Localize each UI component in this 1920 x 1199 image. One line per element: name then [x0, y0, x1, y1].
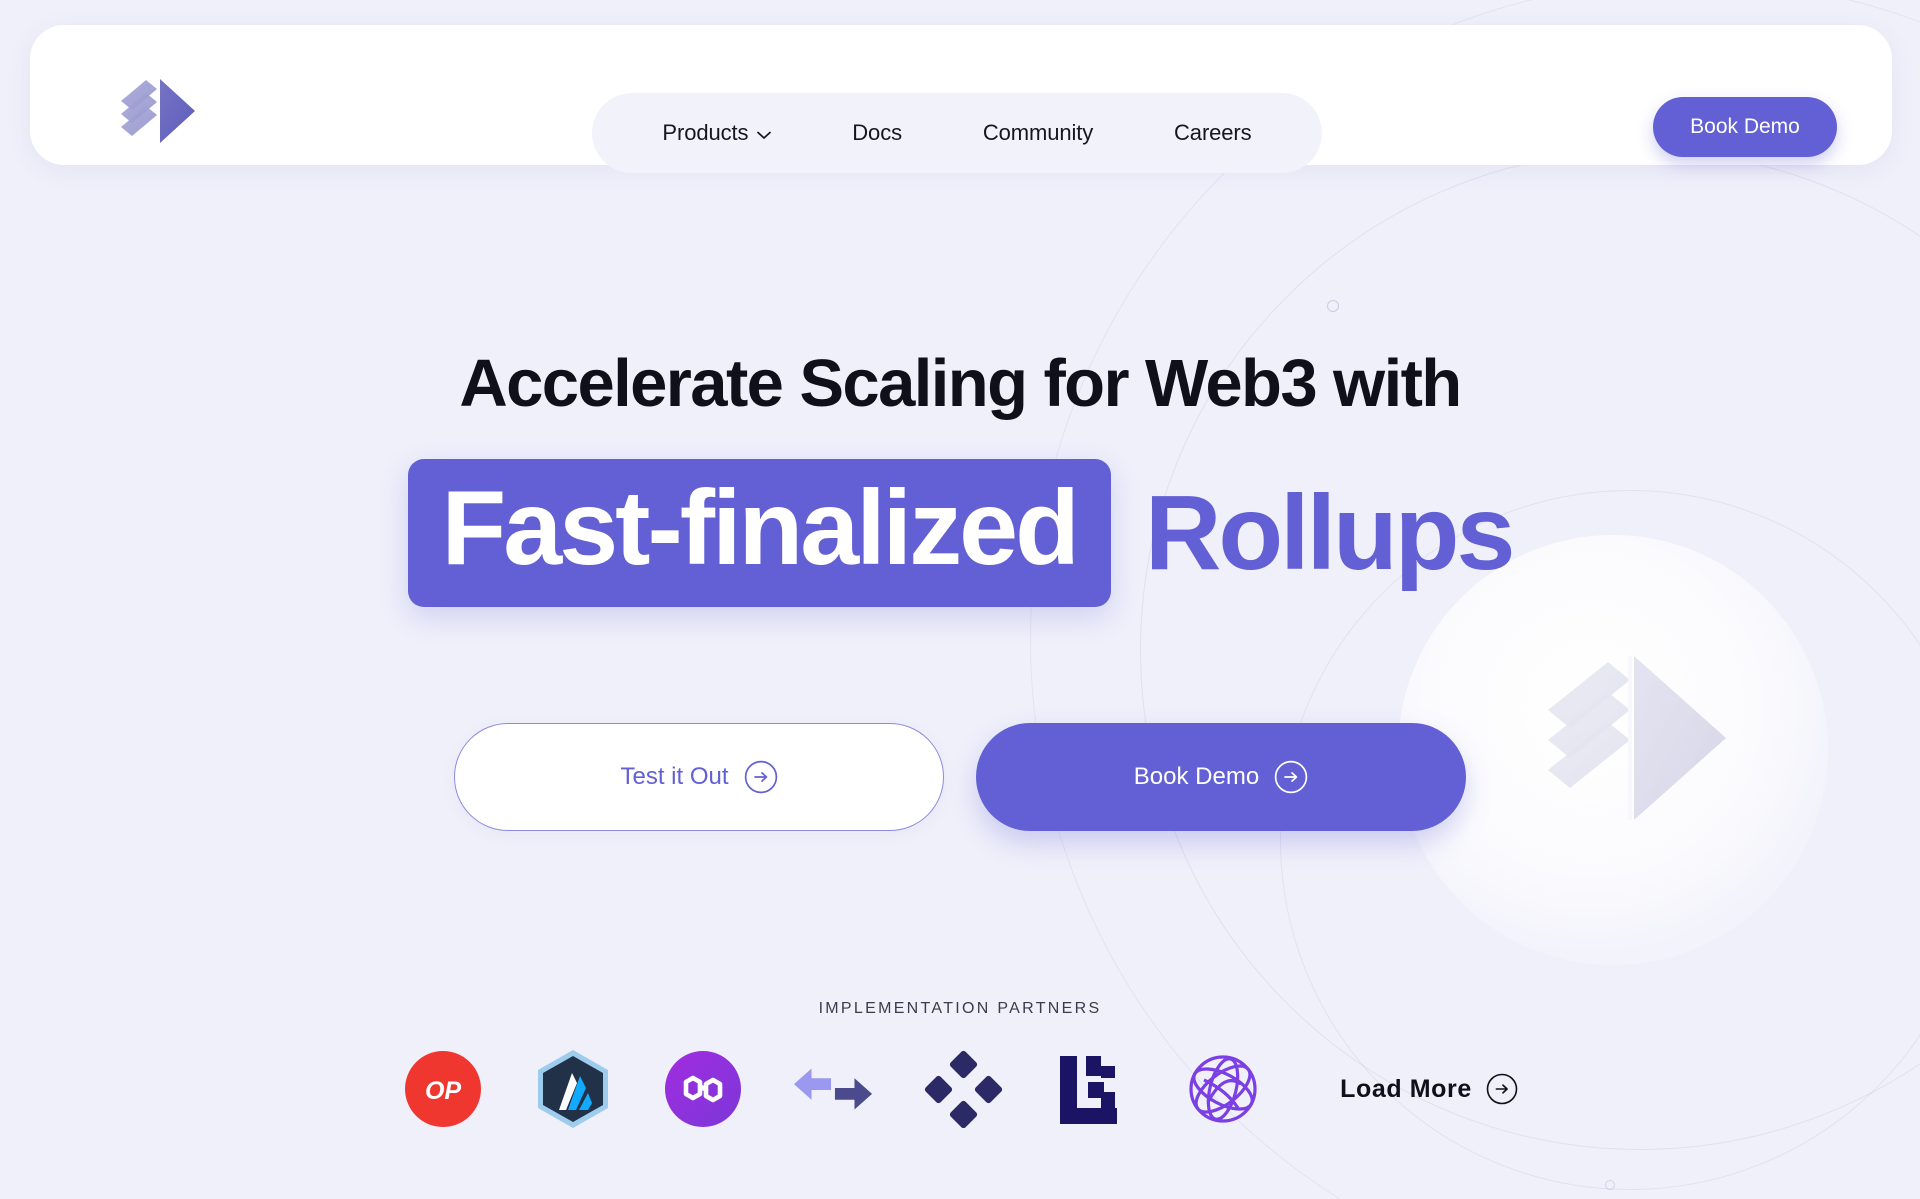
arrow-right-circle-icon	[1274, 760, 1308, 793]
partner-logo-optimism[interactable]: OP	[402, 1048, 484, 1130]
partners-section-label: IMPLEMENTATION PARTNERS	[818, 1000, 1102, 1017]
hero-headline-line1: Accelerate Scaling for Web3 with	[459, 346, 1462, 421]
test-it-out-label: Test it Out	[620, 762, 729, 790]
header-book-demo-button[interactable]: Book Demo	[1653, 97, 1837, 157]
polygon-logo-icon	[665, 1051, 742, 1127]
arbitrum-logo-icon	[538, 1050, 609, 1128]
nav-item-docs[interactable]: Docs	[852, 120, 902, 146]
svg-text:OP: OP	[425, 1077, 461, 1105]
site-header: Products Docs Community Careers Book Dem…	[30, 25, 1892, 173]
nav-item-label: Community	[982, 120, 1094, 145]
load-more-label: Load More	[1340, 1074, 1472, 1103]
implementation-partners-section: IMPLEMENTATION PARTNERS OP Load More	[0, 1000, 1920, 1130]
partner-logo-linea[interactable]	[1052, 1048, 1134, 1130]
partner-logo-network-sphere[interactable]	[1182, 1048, 1264, 1130]
nav-item-products[interactable]: Products	[662, 120, 772, 146]
globe-network-logo-icon	[1189, 1055, 1257, 1123]
chevron-down-icon	[757, 131, 772, 139]
nav-item-careers[interactable]: Careers	[1174, 120, 1252, 146]
partner-logo-scroll[interactable]	[922, 1048, 1004, 1130]
hero-section: Accelerate Scaling for Web3 with Fast-fi…	[0, 165, 1920, 831]
layered-chevron-logo-icon[interactable]	[115, 75, 197, 147]
optimism-logo-icon: OP	[405, 1051, 482, 1127]
nav-item-community[interactable]: Community	[983, 120, 1093, 146]
partner-logo-polygon[interactable]	[662, 1048, 744, 1130]
partner-logo-row: OP Load More	[0, 1048, 1920, 1130]
partner-logo-arbitrum[interactable]	[532, 1048, 614, 1130]
hero-headline-word: Rollups	[1144, 473, 1516, 592]
primary-nav: Products Docs Community Careers	[592, 93, 1322, 173]
load-more-button[interactable]: Load More	[1340, 1073, 1518, 1105]
decor-dot-ring-small	[1605, 1180, 1615, 1190]
nav-item-label: Docs	[852, 120, 902, 145]
nav-item-label: Careers	[1174, 120, 1252, 145]
hero-highlight-chip: Fast-finalized	[407, 458, 1111, 607]
arrow-right-circle-icon	[744, 760, 777, 793]
hero-book-demo-button[interactable]: Book Demo	[976, 722, 1466, 831]
test-it-out-button[interactable]: Test it Out	[454, 722, 944, 831]
zksync-arrows-logo-icon	[794, 1068, 873, 1110]
book-demo-label: Book Demo	[1133, 762, 1260, 790]
partner-logo-zksync[interactable]	[792, 1048, 874, 1130]
hero-headline-line2: Fast-finalized Rollups	[0, 458, 1920, 607]
hero-cta-row: Test it Out Book Demo	[0, 722, 1920, 831]
l2-blocks-logo-icon	[1060, 1056, 1118, 1124]
four-diamond-logo-icon	[924, 1050, 1003, 1128]
nav-item-label: Products	[662, 120, 749, 145]
arrow-right-circle-icon	[1486, 1073, 1518, 1105]
